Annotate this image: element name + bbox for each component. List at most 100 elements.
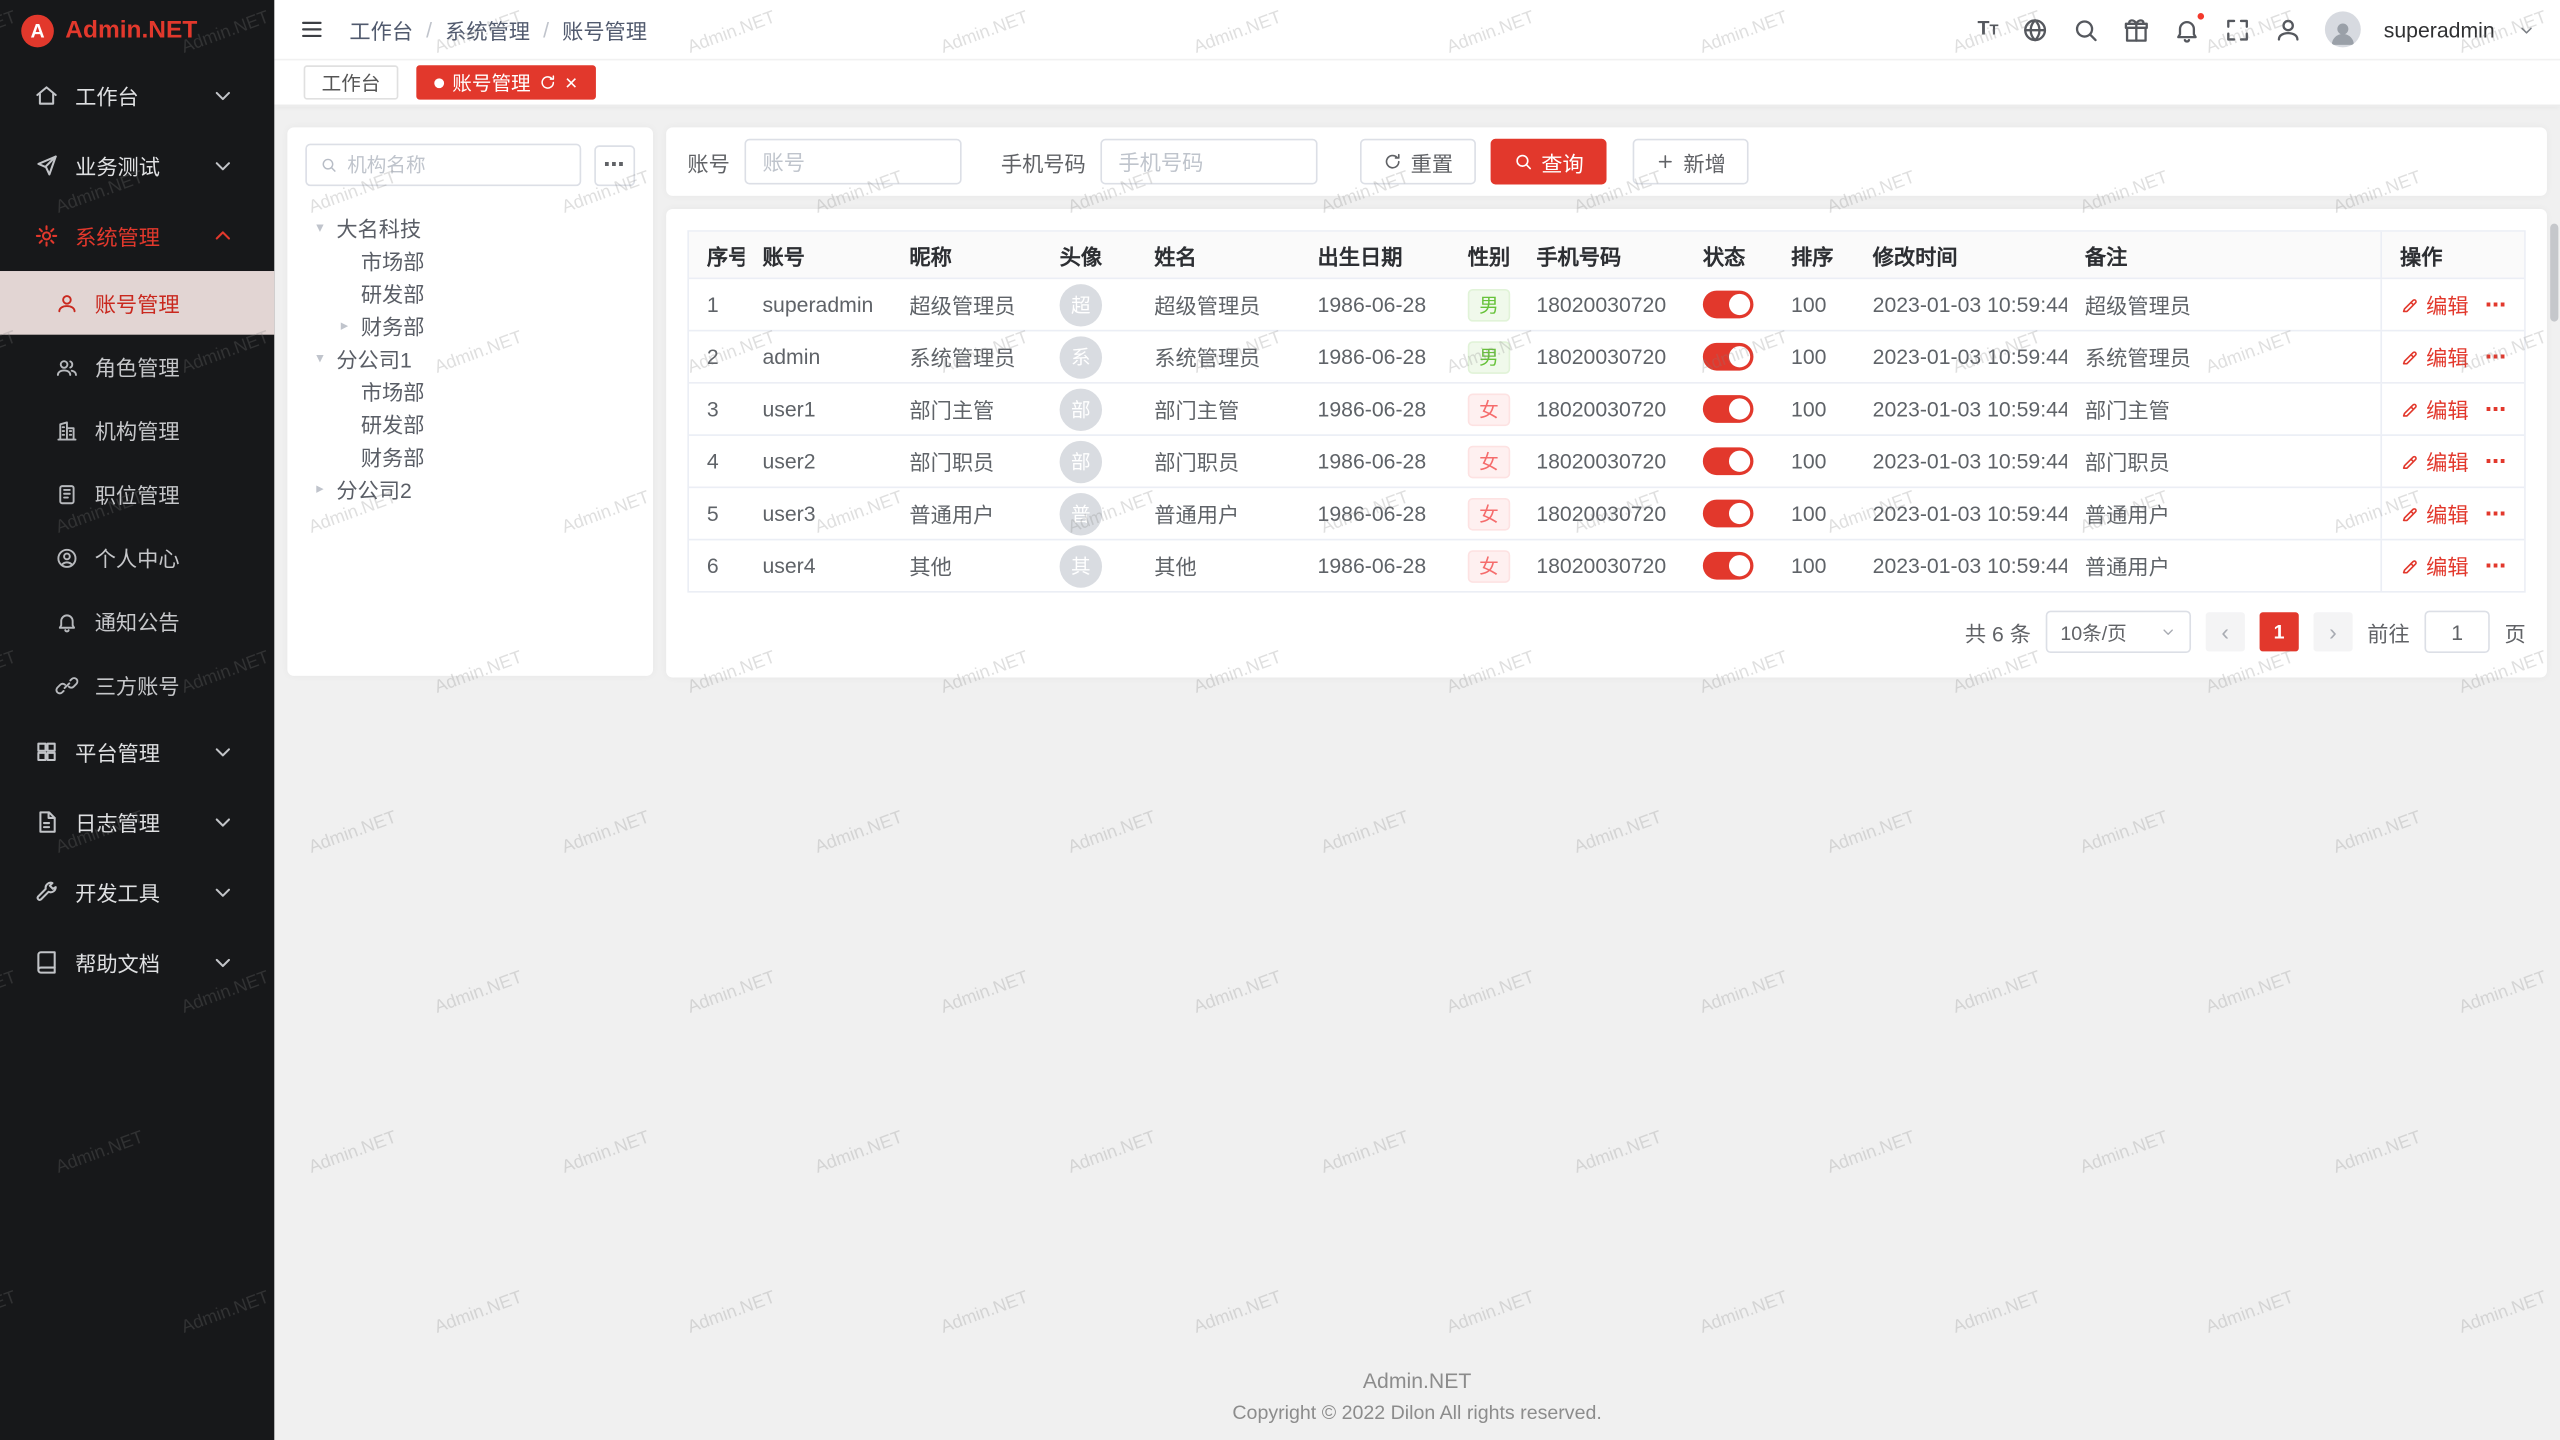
cell-index: 4 [689,436,745,487]
sidebar-item-业务测试[interactable]: 业务测试 [0,131,274,201]
edit-icon [2400,504,2420,524]
caret-open-icon[interactable]: ▾ [312,349,328,367]
current-page-button[interactable]: 1 [2260,612,2299,651]
more-actions-button[interactable]: ⋯ [2485,553,2508,579]
close-icon[interactable]: × [565,72,577,93]
more-actions-button[interactable]: ⋯ [2485,448,2508,474]
notification-bell-icon[interactable] [2173,16,2201,44]
add-button[interactable]: 新增 [1633,139,1749,185]
status-toggle[interactable] [1703,395,1754,423]
cell-name: 超级管理员 [1136,279,1299,330]
more-actions-button[interactable]: ⋯ [2485,396,2508,422]
theme-icon[interactable] [2123,16,2151,44]
sidebar-item-label: 帮助文档 [75,947,211,978]
sidebar-item-帮助文档[interactable]: 帮助文档 [0,927,274,997]
more-actions-button[interactable]: ⋯ [2485,291,2508,317]
tree-node[interactable]: ▸分公司2 [305,472,635,505]
edit-button[interactable]: 编辑 [2400,289,2469,320]
tag-account-management[interactable]: 账号管理 × [416,65,595,99]
sidebar-item-label: 系统管理 [75,220,211,251]
org-more-button[interactable]: ⋯ [594,144,635,185]
tree-node[interactable]: 市场部 [305,374,635,407]
breadcrumb-item[interactable]: 系统管理 [445,14,530,45]
refresh-icon[interactable] [539,73,557,91]
more-actions-button[interactable]: ⋯ [2485,500,2508,526]
status-toggle[interactable] [1703,343,1754,371]
caret-closed-icon[interactable]: ▸ [336,316,352,334]
prev-page-button[interactable]: ‹ [2206,612,2245,651]
gender-badge: 男 [1468,288,1510,321]
org-search-row: ⋯ [305,144,635,186]
search-button[interactable]: 查询 [1491,139,1607,185]
scrollbar-thumb[interactable] [2550,224,2558,322]
next-page-button[interactable]: › [2313,612,2352,651]
pagination-total: 共 6 条 [1965,616,2031,647]
tree-node[interactable]: 研发部 [305,407,635,440]
sidebar-subitem-机构管理[interactable]: 机构管理 [0,398,274,462]
user-icon[interactable] [2274,16,2302,44]
search-icon[interactable] [2072,16,2100,44]
status-toggle[interactable] [1703,291,1754,319]
caret-closed-icon[interactable]: ▸ [312,479,328,497]
edit-button[interactable]: 编辑 [2400,498,2469,529]
page-size-select[interactable]: 10条/页 [2046,611,2191,653]
cell-name: 系统管理员 [1136,331,1299,382]
edit-button[interactable]: 编辑 [2400,393,2469,424]
cell-gender: 女 [1450,488,1519,539]
chevron-down-icon[interactable] [2518,20,2536,38]
cell-nickname: 其他 [891,540,1041,591]
phone-input[interactable] [1100,139,1317,185]
tree-node[interactable]: ▾分公司1 [305,341,635,374]
status-toggle[interactable] [1703,500,1754,528]
phone-label: 手机号码 [1001,146,1086,177]
goto-page-input[interactable] [2424,611,2489,653]
fullscreen-icon[interactable] [2224,16,2252,44]
edit-button[interactable]: 编辑 [2400,341,2469,372]
notification-badge-dot [2196,11,2206,21]
account-input[interactable] [745,139,962,185]
more-actions-button[interactable]: ⋯ [2485,344,2508,370]
edit-button[interactable]: 编辑 [2400,550,2469,581]
chevron-down-icon [211,950,235,974]
sidebar-item-系统管理[interactable]: 系统管理 [0,201,274,271]
cell-birthdate: 1986-06-28 [1300,331,1450,382]
sidebar-subitem-通知公告[interactable]: 通知公告 [0,589,274,653]
org-search-input[interactable] [347,153,566,176]
cell-gender: 男 [1450,279,1519,330]
sidebar-item-开发工具[interactable]: 开发工具 [0,857,274,927]
sidebar-subitem-账号管理[interactable]: 账号管理 [0,271,274,335]
sidebar-subitem-职位管理[interactable]: 职位管理 [0,462,274,526]
tree-node[interactable]: ▾大名科技 [305,211,635,244]
cell-account: admin [744,331,891,382]
username[interactable]: superadmin [2384,17,2495,41]
edit-button[interactable]: 编辑 [2400,446,2469,477]
tree-node[interactable]: 市场部 [305,243,635,276]
reset-button[interactable]: 重置 [1360,139,1476,185]
cell-remark: 部门职员 [2067,436,2380,487]
sidebar-item-工作台[interactable]: 工作台 [0,60,274,130]
cell-status [1685,331,1773,382]
sidebar-subitem-label: 通知公告 [95,606,180,637]
status-toggle[interactable] [1703,447,1754,475]
breadcrumb-separator: / [426,17,432,41]
sidebar-item-日志管理[interactable]: 日志管理 [0,787,274,857]
tag-workbench[interactable]: 工作台 [304,65,399,99]
caret-open-icon[interactable]: ▾ [312,218,328,236]
sidebar-subitem-三方账号[interactable]: 三方账号 [0,653,274,717]
chevron-down-icon [211,880,235,904]
role-icon [56,355,79,378]
sidebar-subitem-角色管理[interactable]: 角色管理 [0,335,274,399]
status-toggle[interactable] [1703,552,1754,580]
tree-node[interactable]: 财务部 [305,439,635,472]
globe-icon[interactable] [2021,16,2049,44]
sidebar-subitem-个人中心[interactable]: 个人中心 [0,526,274,590]
user-avatar[interactable] [2325,11,2361,47]
tree-node[interactable]: 研发部 [305,276,635,309]
font-size-icon[interactable]: TT [1977,16,1998,44]
cell-modified-time: 2023-01-03 10:59:44 [1855,488,2067,539]
sidebar-item-平台管理[interactable]: 平台管理 [0,717,274,787]
tree-node[interactable]: ▸财务部 [305,309,635,342]
cell-nickname: 系统管理员 [891,331,1041,382]
breadcrumb-item[interactable]: 工作台 [349,14,413,45]
hamburger-menu-icon[interactable] [299,16,325,42]
